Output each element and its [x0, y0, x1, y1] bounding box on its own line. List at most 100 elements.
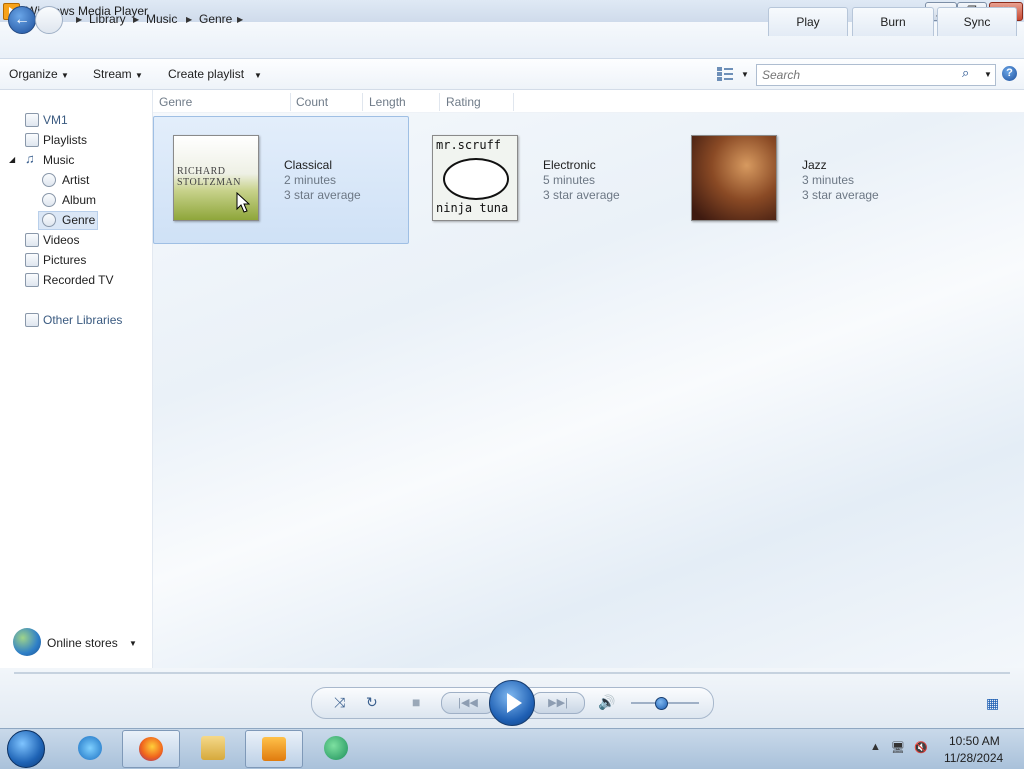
search-dropdown-icon[interactable]: ▼: [984, 70, 992, 79]
folder-icon: [201, 736, 225, 760]
recorded-tv-icon: [25, 273, 39, 287]
playlist-icon: [25, 133, 39, 147]
album-art-text: STOLTZMAN: [177, 177, 241, 188]
clock-date[interactable]: 11/28/2024: [944, 751, 1003, 765]
start-button[interactable]: [7, 730, 45, 768]
videos-icon: [25, 233, 39, 247]
nav-item-recorded-tv[interactable]: Recorded TV: [43, 273, 113, 287]
organize-label: Organize: [9, 67, 58, 81]
show-hidden-icons[interactable]: ▲: [870, 741, 881, 753]
music-note-icon: ♫: [25, 151, 35, 166]
tab-sync[interactable]: Sync: [937, 7, 1017, 36]
internet-explorer-icon: [78, 736, 102, 760]
column-header-rating[interactable]: Rating: [446, 95, 481, 109]
taskbar-windows-media-player[interactable]: [245, 730, 303, 768]
globe-icon[interactable]: [13, 628, 41, 656]
genre-length: 2 minutes: [284, 173, 337, 187]
forward-button[interactable]: [35, 6, 63, 34]
breadcrumb-music[interactable]: Music: [146, 12, 177, 26]
search-box[interactable]: [756, 64, 996, 86]
column-header-length[interactable]: Length: [369, 95, 406, 109]
column-separator[interactable]: [290, 93, 291, 111]
create-playlist-menu[interactable]: Create playlist ▼: [168, 67, 262, 81]
help-icon[interactable]: ?: [1002, 66, 1017, 81]
play-button[interactable]: [489, 680, 535, 726]
tab-burn[interactable]: Burn: [852, 7, 934, 36]
other-libraries-icon: [25, 313, 39, 327]
nav-item-artist[interactable]: Artist: [62, 173, 89, 187]
album-art-electronic[interactable]: mr.scruff ninja tuna: [432, 135, 518, 221]
volume-slider-thumb[interactable]: [655, 697, 669, 710]
volume-icon[interactable]: 🔊: [598, 694, 615, 711]
search-icon[interactable]: ⌕: [962, 65, 969, 81]
chevron-down-icon: ▼: [61, 71, 69, 80]
search-input[interactable]: [760, 66, 959, 84]
column-header-count[interactable]: Count: [296, 95, 328, 109]
nav-item-music[interactable]: Music: [43, 153, 74, 167]
mouse-cursor-icon: [236, 192, 250, 213]
breadcrumb-arrow-icon[interactable]: ▶: [76, 15, 82, 24]
view-options-dropdown[interactable]: ▼: [741, 70, 749, 79]
view-options-icon[interactable]: [717, 67, 733, 81]
column-header-genre[interactable]: Genre: [159, 95, 192, 109]
pictures-icon: [25, 253, 39, 267]
column-separator[interactable]: [513, 93, 514, 111]
nav-item-genre[interactable]: Genre: [62, 213, 95, 227]
repeat-icon[interactable]: ↻: [366, 694, 378, 711]
taskbar-internet-explorer[interactable]: [62, 730, 118, 766]
previous-icon: |◀◀: [458, 697, 478, 709]
next-icon: ▶▶|: [548, 697, 568, 709]
breadcrumb-genre[interactable]: Genre: [199, 12, 232, 26]
genre-icon: [42, 213, 56, 227]
next-button[interactable]: ▶▶|: [531, 692, 585, 714]
taskbar-media-center[interactable]: [308, 730, 364, 766]
previous-button[interactable]: |◀◀: [441, 692, 495, 714]
column-header-row: [153, 90, 1024, 113]
organize-menu[interactable]: Organize ▼: [9, 67, 69, 81]
clock-time[interactable]: 10:50 AM: [949, 734, 1000, 748]
chevron-down-icon: ▼: [254, 71, 262, 80]
tab-play[interactable]: Play: [768, 7, 848, 36]
expand-collapse-icon[interactable]: ◢: [9, 155, 15, 164]
chevron-down-icon[interactable]: ▼: [129, 639, 137, 648]
media-center-icon: [324, 736, 348, 760]
breadcrumb-library[interactable]: Library: [89, 12, 126, 26]
switch-to-now-playing-icon[interactable]: ▦: [986, 695, 999, 712]
create-playlist-label: Create playlist: [168, 67, 245, 81]
stream-menu[interactable]: Stream ▼: [93, 67, 143, 81]
column-separator[interactable]: [362, 93, 363, 111]
volume-muted-icon[interactable]: 🔇: [914, 741, 928, 754]
genre-rating: 3 star average: [284, 188, 361, 202]
back-button[interactable]: ←: [8, 6, 36, 34]
nav-item-vm1[interactable]: VM1: [43, 113, 68, 127]
album-art-text: RICHARD: [177, 166, 226, 177]
library-icon: [25, 113, 39, 127]
taskbar-firefox[interactable]: [122, 730, 180, 768]
nav-item-videos[interactable]: Videos: [43, 233, 79, 247]
album-art-jazz[interactable]: [691, 135, 777, 221]
shuffle-icon[interactable]: ⤨: [334, 694, 345, 711]
album-art-drawing: [443, 158, 509, 200]
album-art-text: mr.scruff: [436, 138, 502, 152]
seek-bar[interactable]: [14, 672, 1010, 674]
network-icon[interactable]: 🖥: [891, 741, 905, 754]
breadcrumb-arrow-icon[interactable]: ▶: [237, 15, 243, 24]
album-art-text: ninja tuna: [436, 201, 509, 215]
breadcrumb-arrow-icon[interactable]: ▶: [186, 15, 192, 24]
back-arrow-icon: ←: [14, 11, 30, 28]
taskbar-file-explorer[interactable]: [185, 730, 241, 766]
column-separator[interactable]: [439, 93, 440, 111]
nav-item-other-libraries[interactable]: Other Libraries: [43, 313, 122, 327]
breadcrumb-arrow-icon[interactable]: ▶: [133, 15, 139, 24]
nav-item-playlists[interactable]: Playlists: [43, 133, 87, 147]
stop-icon[interactable]: ■: [412, 694, 420, 710]
genre-length: 5 minutes: [543, 173, 596, 187]
nav-item-pictures[interactable]: Pictures: [43, 253, 86, 267]
firefox-icon: [139, 737, 163, 761]
nav-item-album[interactable]: Album: [62, 193, 96, 207]
genre-length: 3 minutes: [802, 173, 855, 187]
stream-label: Stream: [93, 67, 132, 81]
genre-name: Electronic: [543, 158, 596, 172]
online-stores-button[interactable]: Online stores: [47, 636, 118, 650]
genre-name: Classical: [284, 158, 333, 172]
